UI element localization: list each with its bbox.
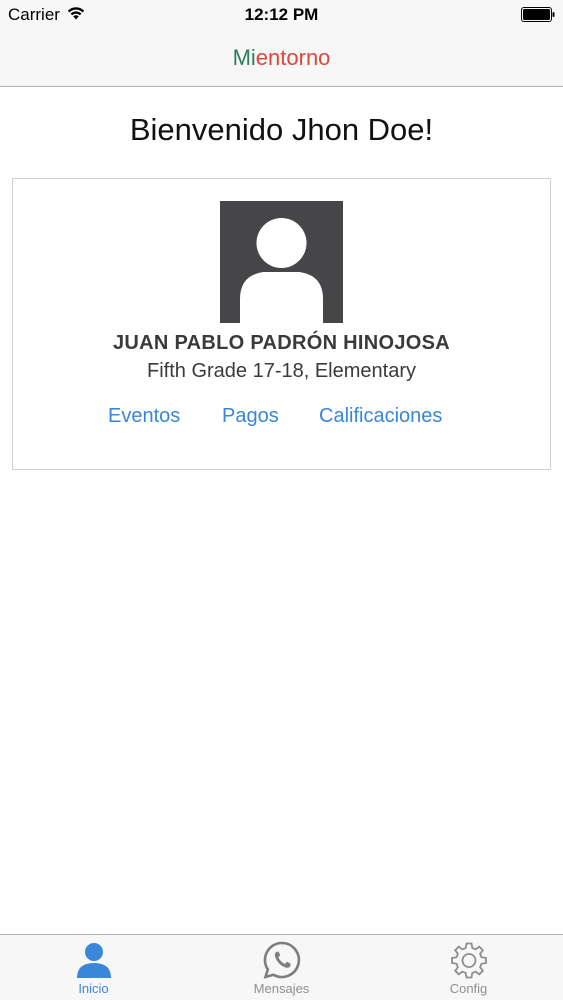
tab-inicio[interactable]: Inicio [0, 935, 187, 1000]
student-card: JUAN PABLO PADRÓN HINOJOSA Fifth Grade 1… [12, 178, 551, 470]
app-title: Mientorno [0, 45, 563, 71]
tab-mensajes[interactable]: Mensajes [188, 935, 375, 1000]
student-name: JUAN PABLO PADRÓN HINOJOSA [112, 332, 451, 354]
user-silhouette-icon [220, 201, 343, 323]
tab-label-config: Config [449, 981, 488, 996]
app-title-part1: Mi [232, 45, 256, 70]
whatsapp-chat-icon [263, 941, 300, 979]
tab-label-mensajes: Mensajes [253, 981, 310, 996]
student-grade: Fifth Grade 17-18, Elementary [146, 360, 416, 382]
gear-icon [450, 942, 487, 979]
calificaciones-link[interactable]: Calificaciones [319, 405, 442, 428]
tab-config[interactable]: Config [375, 935, 562, 1000]
tab-label-inicio: Inicio [78, 981, 109, 996]
app-screen: Carrier 12:12 PM Mientorno Bienvenido Jh… [0, 0, 563, 1000]
tab-bar: Inicio Mensajes Config [0, 934, 563, 1000]
welcome-heading: Bienvenido Jhon Doe! [129, 112, 434, 147]
pagos-link[interactable]: Pagos [222, 405, 279, 428]
app-title-part2: entorno [255, 45, 331, 70]
battery-icon [521, 7, 555, 22]
card-links: Eventos Pagos Calificaciones [13, 405, 550, 431]
status-time: 12:12 PM [244, 5, 319, 24]
person-icon [76, 943, 111, 978]
status-bar: Carrier 12:12 PM [0, 0, 563, 30]
eventos-link[interactable]: Eventos [108, 405, 180, 428]
navigation-bar: Mientorno [0, 30, 563, 87]
